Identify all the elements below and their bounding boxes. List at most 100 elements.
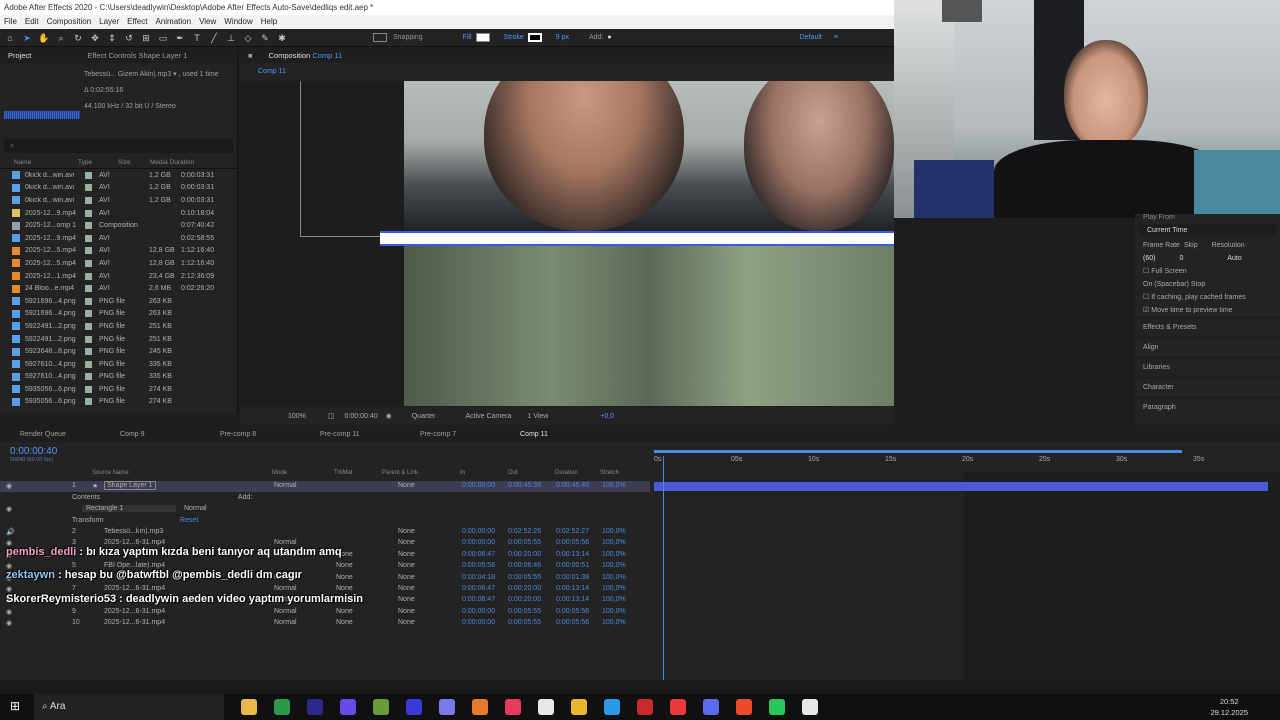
layer-dur[interactable]: 0:02:52:27 (556, 528, 589, 535)
work-area-bar[interactable] (654, 450, 1182, 453)
col-source-name[interactable]: Source Name (92, 470, 129, 476)
layer-out[interactable]: 0:00:20:00 (508, 551, 541, 558)
project-search-input[interactable]: ⌕ (4, 139, 233, 153)
layer-trk[interactable]: None (336, 574, 353, 581)
panel-menu-icon[interactable]: ■ (240, 51, 261, 60)
layer-dur[interactable]: 0:00:13:14 (556, 596, 589, 603)
layer-parent[interactable]: None (398, 619, 415, 626)
dolly-tool-icon[interactable]: ⇕ (105, 31, 119, 45)
audio-icon[interactable]: 🔊 (6, 528, 15, 536)
taskbar-app-icon[interactable] (340, 699, 356, 715)
workspace-default[interactable]: Default (800, 34, 822, 41)
layer-parent[interactable]: None (398, 562, 415, 569)
project-item[interactable]: 0kick d...win.avi AVI 1,2 GB 0:00:03:31 (0, 194, 237, 207)
layer-parent[interactable]: None (398, 585, 415, 592)
layer-in[interactable]: 0:00:04:18 (462, 574, 495, 581)
rectangle-name[interactable]: Rectangle 1 (82, 505, 176, 512)
hand-tool-icon[interactable]: ✋ (37, 31, 51, 45)
layer-trk[interactable]: None (336, 585, 353, 592)
layer-stretch[interactable]: 100,0% (602, 574, 626, 581)
layer-trk[interactable]: None (336, 608, 353, 615)
layer-dur[interactable]: 0:00:01:38 (556, 574, 589, 581)
col-in[interactable]: In (460, 470, 465, 476)
taskbar-app-icon[interactable] (439, 699, 455, 715)
visibility-eye-icon[interactable]: ◉ (6, 585, 12, 593)
stroke-width[interactable]: 9 px (556, 34, 569, 41)
layer-stretch[interactable]: 100,0% (602, 551, 626, 558)
type-tool-icon[interactable]: T (190, 31, 204, 45)
layer-dur[interactable]: 0:00:05:56 (556, 608, 589, 615)
rectangle-tool-icon[interactable]: ▭ (156, 31, 170, 45)
exposure-value[interactable]: +0,0 (600, 413, 614, 420)
project-item[interactable]: 2025-12...5.mp4 AVI 12,8 GB 1:12:16:40 (0, 257, 237, 270)
project-item[interactable]: 2025-12...5.mp4 AVI 12,8 GB 1:12:16:40 (0, 245, 237, 258)
if-caching-checkbox[interactable]: ☐ If caching, play cached frames (1135, 291, 1280, 304)
menu-help[interactable]: Help (257, 15, 281, 29)
taskbar-app-icon[interactable] (769, 699, 785, 715)
layer-row[interactable]: ◉ 10 2025-12...6-31.mp4 Normal None None 0:00:… (0, 618, 650, 629)
layer-row[interactable]: ◉ 9 2025-12...6-31.mp4 Normal None None 0:00:0… (0, 607, 650, 618)
project-item[interactable]: 5922491...2.png PNG file 251 KB (0, 320, 237, 333)
layer-name[interactable]: Shape Layer 1 (104, 481, 156, 490)
col-out[interactable]: Out (508, 470, 518, 476)
project-item[interactable]: 5935056...6.png PNG file 274 KB (0, 383, 237, 396)
tab-composition[interactable]: Composition Comp 11 (261, 51, 351, 60)
contents-row[interactable]: Contents Add: (0, 493, 650, 504)
col-mode[interactable]: Mode (272, 470, 287, 476)
visibility-eye-icon[interactable]: ◉ (6, 505, 12, 513)
layer-dur[interactable]: 0:00:13:14 (556, 551, 589, 558)
layer-row-shape-layer-1[interactable]: ◉ 1 ★ Shape Layer 1 Normal None 0:00:00:… (0, 481, 650, 493)
layer-mode[interactable]: Normal (274, 608, 297, 615)
layer-dur[interactable]: 0:00:13:14 (556, 585, 589, 592)
comp-viewer[interactable] (240, 81, 894, 407)
clone-stamp-tool-icon[interactable]: ⊥ (224, 31, 238, 45)
project-item[interactable]: 5921696...4.png PNG file 263 KB (0, 295, 237, 308)
menu-view[interactable]: View (195, 15, 220, 29)
layer-out[interactable]: 0:00:20:00 (508, 596, 541, 603)
layer-in[interactable]: 0:00:05:56 (462, 562, 495, 569)
tab-pre-comp-7[interactable]: Pre-comp 7 (420, 431, 500, 438)
taskbar-app-icon[interactable] (571, 699, 587, 715)
layer-stretch[interactable]: 100,0% (602, 562, 626, 569)
taskbar-app-icon[interactable] (274, 699, 290, 715)
fill-swatch[interactable] (475, 33, 490, 42)
taskbar-app-icon[interactable] (406, 699, 422, 715)
layer-dur[interactable]: 0:00:05:56 (556, 539, 589, 546)
layer-parent[interactable]: None (398, 528, 415, 535)
project-item[interactable]: 2025-12...omp 1 Composition 0:07:40:42 (0, 219, 237, 232)
layer-parent[interactable]: None (398, 608, 415, 615)
transform-row[interactable]: Transform Reset (0, 516, 650, 527)
panel-character[interactable]: Character (1135, 377, 1280, 397)
layer-stretch[interactable]: 100,0% (602, 528, 626, 535)
layer-in[interactable]: 0:00:06:47 (462, 596, 495, 603)
taskbar-app-icon[interactable] (637, 699, 653, 715)
tab-effect-controls[interactable]: Effect Controls Shape Layer 1 (79, 51, 195, 60)
camera-icon[interactable]: ◫ (328, 412, 335, 420)
layer-in[interactable]: 0:00:06:47 (462, 551, 495, 558)
col-stretch[interactable]: Stretch (600, 470, 619, 476)
roto-brush-tool-icon[interactable]: ✎ (258, 31, 272, 45)
layer-mode[interactable]: Normal (274, 482, 297, 489)
layer-out[interactable]: 0:00:45:39 (508, 482, 541, 489)
layer-stretch[interactable]: 100,0% (602, 539, 626, 546)
eraser-tool-icon[interactable]: ◇ (241, 31, 255, 45)
layer-out[interactable]: 0:00:20:00 (508, 585, 541, 592)
layer-in[interactable]: 0:00:00:00 (462, 482, 495, 489)
project-item[interactable]: 5923648...8.png PNG file 245 KB (0, 345, 237, 358)
skip-dropdown[interactable]: 0 (1179, 252, 1183, 265)
comp-breadcrumb[interactable]: Comp 11 (240, 63, 894, 81)
layer-parent[interactable]: None (398, 574, 415, 581)
layer-mode[interactable]: Normal (274, 585, 297, 592)
col-name[interactable]: Name (14, 159, 78, 166)
tab-comp-9[interactable]: Comp 9 (120, 431, 200, 438)
selection-tool-icon[interactable]: ➤ (20, 31, 34, 45)
fill-label[interactable]: Fill (463, 34, 472, 41)
layer-in[interactable]: 0:00:00:00 (462, 539, 495, 546)
col-parent[interactable]: Parent & Link (382, 470, 418, 476)
stroke-swatch[interactable] (527, 33, 542, 42)
menu-edit[interactable]: Edit (21, 15, 43, 29)
project-item[interactable]: 0kick d...win.avi AVI 1,2 GB 0:00:03:31 (0, 182, 237, 195)
project-item[interactable]: 5922491...2.png PNG file 251 KB (0, 333, 237, 346)
layer-name[interactable]: 2025-12...6-31.mp4 (104, 608, 165, 615)
layer-trk[interactable]: None (336, 619, 353, 626)
